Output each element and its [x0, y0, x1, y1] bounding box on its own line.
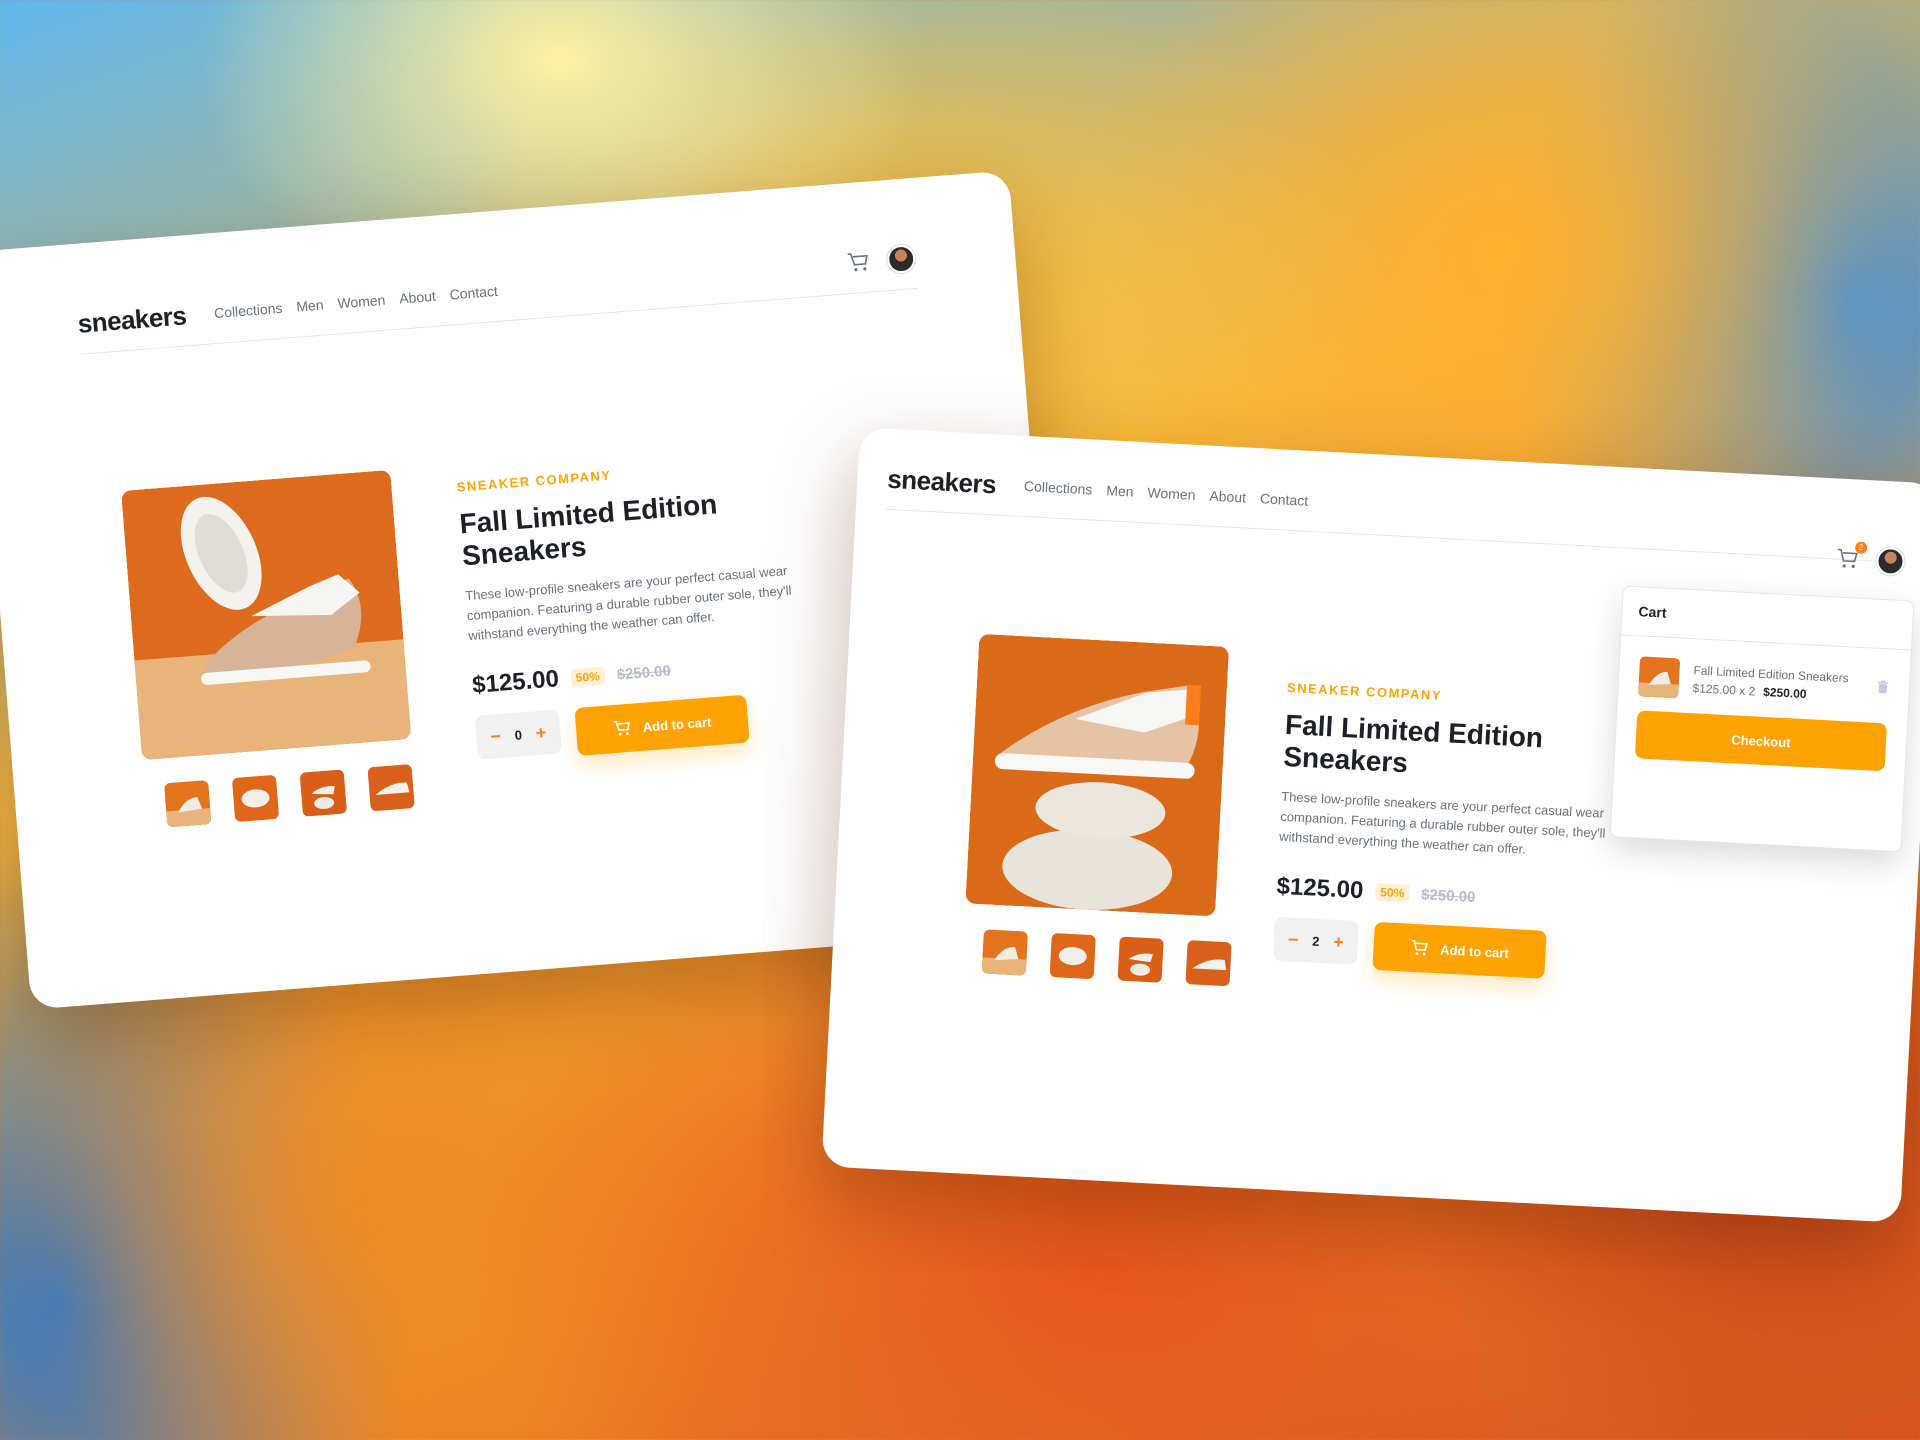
product-title: Fall Limited Edition Sneakers	[458, 488, 719, 572]
price-row: $125.00 50% $250.00	[1276, 873, 1657, 921]
nav-link-collections[interactable]: Collections	[1024, 478, 1093, 498]
nav-link-men[interactable]: Men	[296, 297, 324, 315]
cart-item-unit: $125.00 x 2	[1692, 681, 1756, 699]
cart-icon[interactable]	[847, 252, 871, 274]
nav-link-men[interactable]: Men	[1106, 482, 1134, 499]
cart-item-thumbnail	[1638, 656, 1681, 699]
trash-icon[interactable]	[1876, 679, 1889, 699]
cart-item-total: $250.00	[1762, 684, 1807, 702]
thumbnail-row	[164, 764, 415, 828]
cart-icon[interactable]: 2	[1836, 541, 1868, 570]
minus-icon[interactable]: −	[1287, 929, 1299, 951]
nav-link-collections[interactable]: Collections	[213, 300, 283, 321]
company-label: SNEAKER COMPANY	[1286, 679, 1443, 704]
company-label: SNEAKER COMPANY	[456, 467, 613, 495]
minus-icon[interactable]: −	[490, 725, 502, 747]
nav-links: Collections Men Women About Contact	[1024, 478, 1309, 509]
thumbnail-row	[981, 929, 1232, 987]
thumbnail-1[interactable]	[981, 929, 1028, 976]
main-product-image[interactable]	[965, 633, 1230, 917]
cart-item-details: Fall Limited Edition Sneakers $125.00 x …	[1692, 663, 1849, 703]
current-price: $125.00	[471, 665, 560, 699]
cart-icon	[613, 720, 630, 736]
product-info: SNEAKER COMPANY Fall Limited Edition Sne…	[456, 450, 857, 764]
checkout-button[interactable]: Checkout	[1634, 710, 1888, 772]
cart-icon	[1411, 939, 1428, 956]
logo[interactable]: sneakers	[77, 300, 188, 339]
add-to-cart-label: Add to cart	[1439, 941, 1510, 961]
avatar[interactable]	[1875, 546, 1906, 577]
purchase-actions: − 2 + Add to cart	[1272, 916, 1655, 985]
nav-link-women[interactable]: Women	[337, 292, 386, 312]
product-window-2: sneakers Collections Men Women About Con…	[821, 427, 1920, 1223]
product-description: These low-profile sneakers are your perf…	[464, 562, 792, 644]
thumbnail-3[interactable]	[299, 769, 347, 817]
quantity-stepper: − 0 +	[474, 709, 562, 760]
quantity-stepper: − 2 +	[1272, 916, 1359, 965]
plus-icon[interactable]: +	[535, 722, 547, 744]
discount-badge: 50%	[1374, 882, 1410, 903]
discount-badge: 50%	[570, 666, 606, 688]
original-price: $250.00	[616, 661, 672, 684]
cart-badge: 2	[1854, 541, 1868, 555]
avatar[interactable]	[886, 244, 917, 275]
thumbnail-2[interactable]	[1049, 932, 1096, 980]
purchase-actions: − 0 + Add to cart	[474, 686, 858, 764]
nav-link-about[interactable]: About	[399, 288, 437, 307]
product-title: Fall Limited Edition Sneakers	[1282, 708, 1544, 779]
nav-link-about[interactable]: About	[1209, 488, 1246, 506]
nav-right: 2	[1836, 541, 1906, 577]
add-to-cart-button[interactable]: Add to cart	[574, 694, 750, 756]
current-price: $125.00	[1275, 872, 1365, 905]
thumbnail-2[interactable]	[231, 774, 280, 823]
thumbnail-4[interactable]	[367, 764, 415, 812]
add-to-cart-label: Add to cart	[642, 713, 712, 735]
navbar: sneakers Collections Men Women About Con…	[75, 228, 918, 355]
main-product-image[interactable]	[121, 469, 412, 761]
product-description: These low-profile sneakers are your perf…	[1278, 788, 1606, 857]
quantity-value: 0	[514, 726, 523, 743]
thumbnail-1[interactable]	[164, 780, 212, 828]
product-info: SNEAKER COMPANY Fall Limited Edition Sne…	[1272, 679, 1667, 985]
original-price: $250.00	[1420, 885, 1476, 906]
thumbnail-4[interactable]	[1185, 940, 1232, 987]
navbar: sneakers Collections Men Women About Con…	[885, 448, 1908, 577]
nav-link-women[interactable]: Women	[1147, 484, 1196, 502]
nav-link-contact[interactable]: Contact	[1260, 490, 1309, 509]
nav-links: Collections Men Women About Contact	[213, 283, 498, 321]
add-to-cart-button[interactable]: Add to cart	[1372, 921, 1547, 979]
logo[interactable]: sneakers	[887, 463, 997, 500]
thumbnail-3[interactable]	[1117, 936, 1164, 983]
nav-right	[846, 244, 917, 277]
quantity-value: 2	[1311, 933, 1320, 949]
nav-link-contact[interactable]: Contact	[449, 283, 498, 303]
plus-icon[interactable]: +	[1333, 931, 1345, 953]
